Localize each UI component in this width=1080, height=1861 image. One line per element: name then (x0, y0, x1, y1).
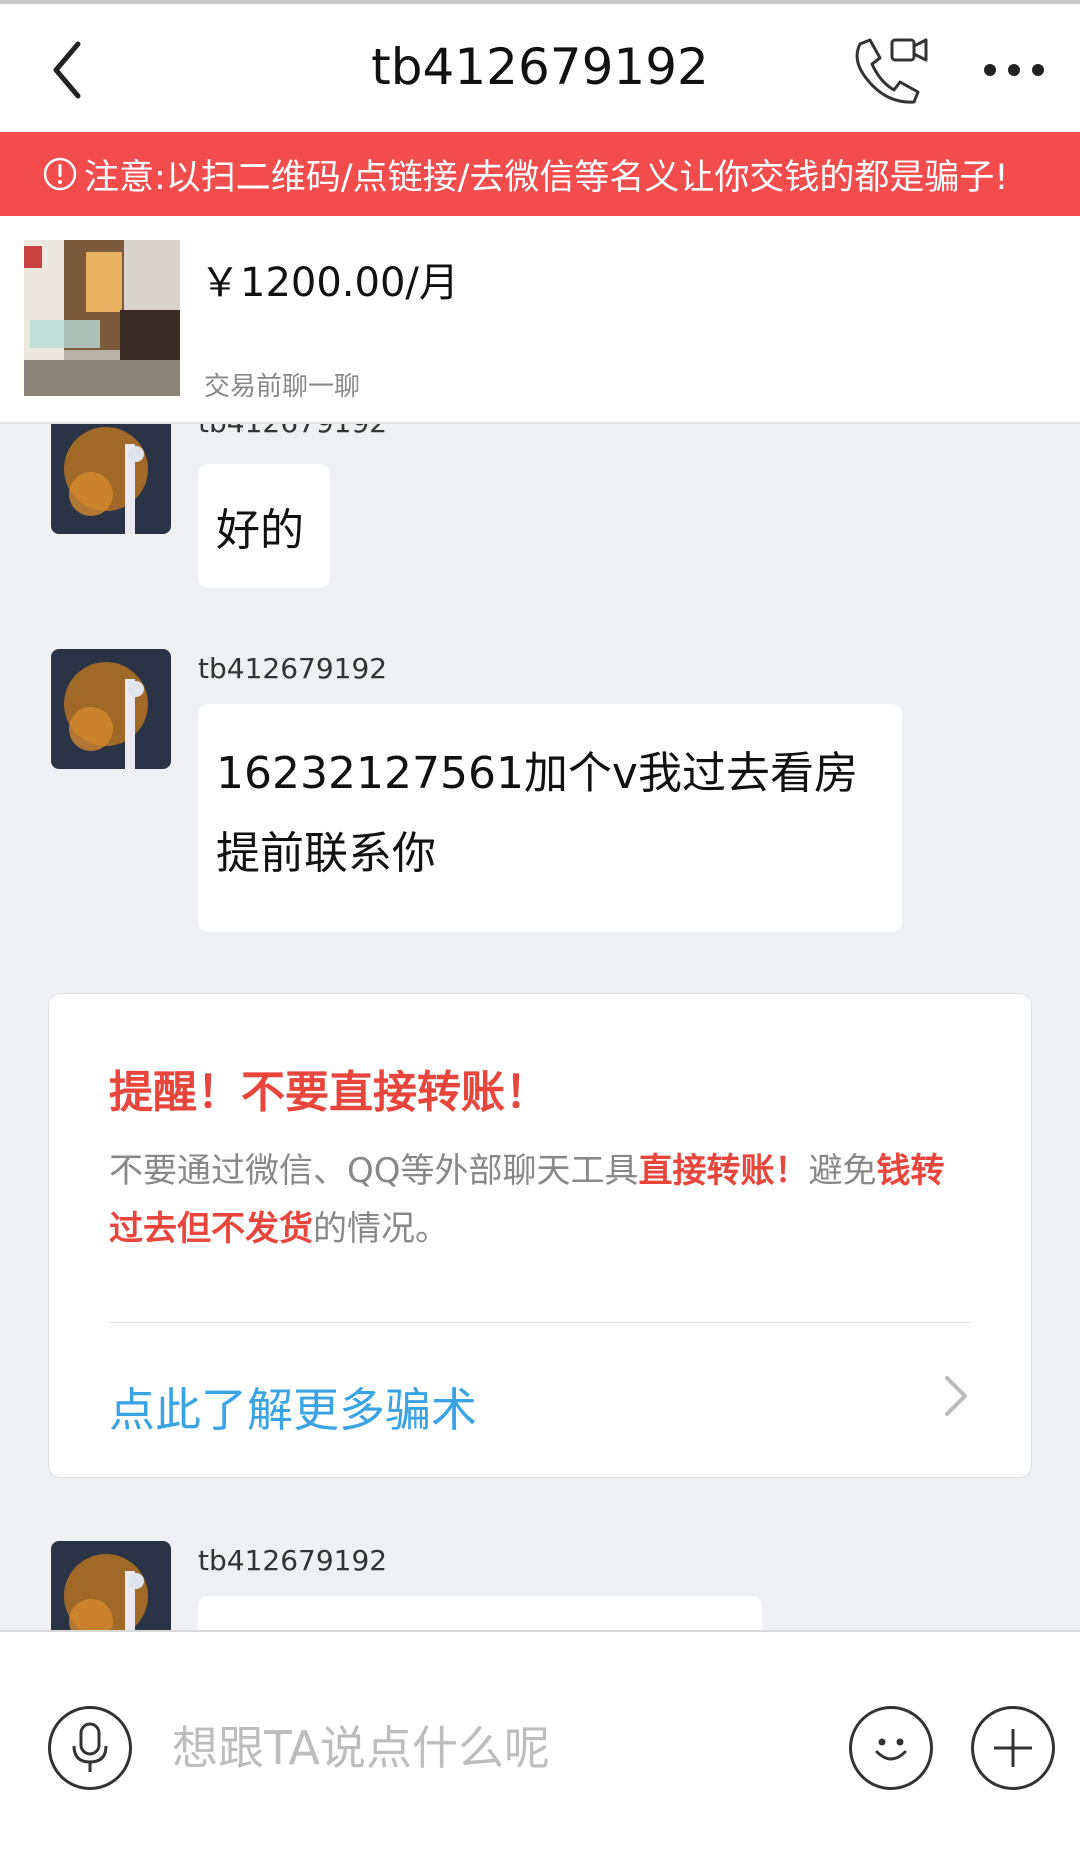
more-icon (984, 64, 1044, 76)
product-image[interactable] (24, 240, 180, 396)
back-button[interactable] (44, 32, 104, 108)
more-button[interactable] (982, 50, 1046, 90)
call-button[interactable] (850, 34, 932, 106)
input-bar (0, 1630, 1080, 1861)
message-sender: tb412679192 (198, 424, 387, 439)
reminder-body: 不要通过微信、QQ等外部聊天工具直接转账！避免钱转过去但不发货的情况。 (109, 1142, 969, 1258)
scam-warning-banner: 注意:以扫二维码/点链接/去微信等名义让你交钱的都是骗子! (0, 132, 1080, 216)
chevron-right-icon[interactable] (935, 1366, 975, 1426)
message-sender: tb412679192 (198, 1544, 388, 1577)
message-text: 好的 (216, 505, 304, 556)
video-call-icon (855, 38, 928, 104)
alert-icon (43, 157, 77, 191)
message-sender: tb412679192 (198, 652, 388, 685)
product-card[interactable]: ￥1200.00/月 交易前聊一聊 (0, 216, 1080, 424)
reminder-text: 避免 (808, 1151, 877, 1191)
message-bubble[interactable]: 好的 (198, 464, 330, 588)
warning-text: 注意:以扫二维码/点链接/去微信等名义让你交钱的都是骗子! (84, 157, 1009, 198)
avatar[interactable] (51, 1541, 171, 1630)
message-input[interactable] (170, 1710, 834, 1786)
reminder-text: 不要通过微信、QQ等外部聊天工具 (109, 1151, 639, 1191)
divider (109, 1322, 971, 1323)
reminder-title: 提醒！不要直接转账！ (109, 1067, 549, 1118)
product-subtitle: 交易前聊一聊 (204, 372, 361, 402)
emoji-button[interactable] (849, 1706, 933, 1790)
chat-header: tb412679192 (0, 4, 1080, 132)
plus-icon (994, 1729, 1032, 1767)
message-bubble[interactable]: 16232127561加个v我过去看房 提前联系你 (198, 704, 902, 932)
transfer-reminder-card: 提醒！不要直接转账！ 不要通过微信、QQ等外部聊天工具直接转账！避免钱转过去但不… (48, 993, 1032, 1478)
emoji-icon (875, 1738, 907, 1761)
avatar[interactable] (51, 424, 171, 534)
page-title: tb412679192 (371, 38, 709, 96)
message-bubble[interactable] (198, 1596, 762, 1630)
back-icon (53, 41, 81, 99)
voice-button[interactable] (48, 1706, 132, 1790)
avatar[interactable] (51, 649, 171, 769)
reminder-text: 的情况。 (313, 1209, 449, 1249)
more-actions-button[interactable] (971, 1706, 1055, 1790)
learn-scams-link[interactable]: 点此了解更多骗术 (109, 1374, 477, 1440)
product-price: ￥1200.00/月 (200, 260, 459, 306)
microphone-icon (72, 1722, 108, 1772)
reminder-highlight: 直接转账！ (638, 1151, 809, 1191)
message-text: 16232127561加个v我过去看房 (216, 748, 858, 799)
message-text: 提前联系你 (216, 828, 436, 879)
